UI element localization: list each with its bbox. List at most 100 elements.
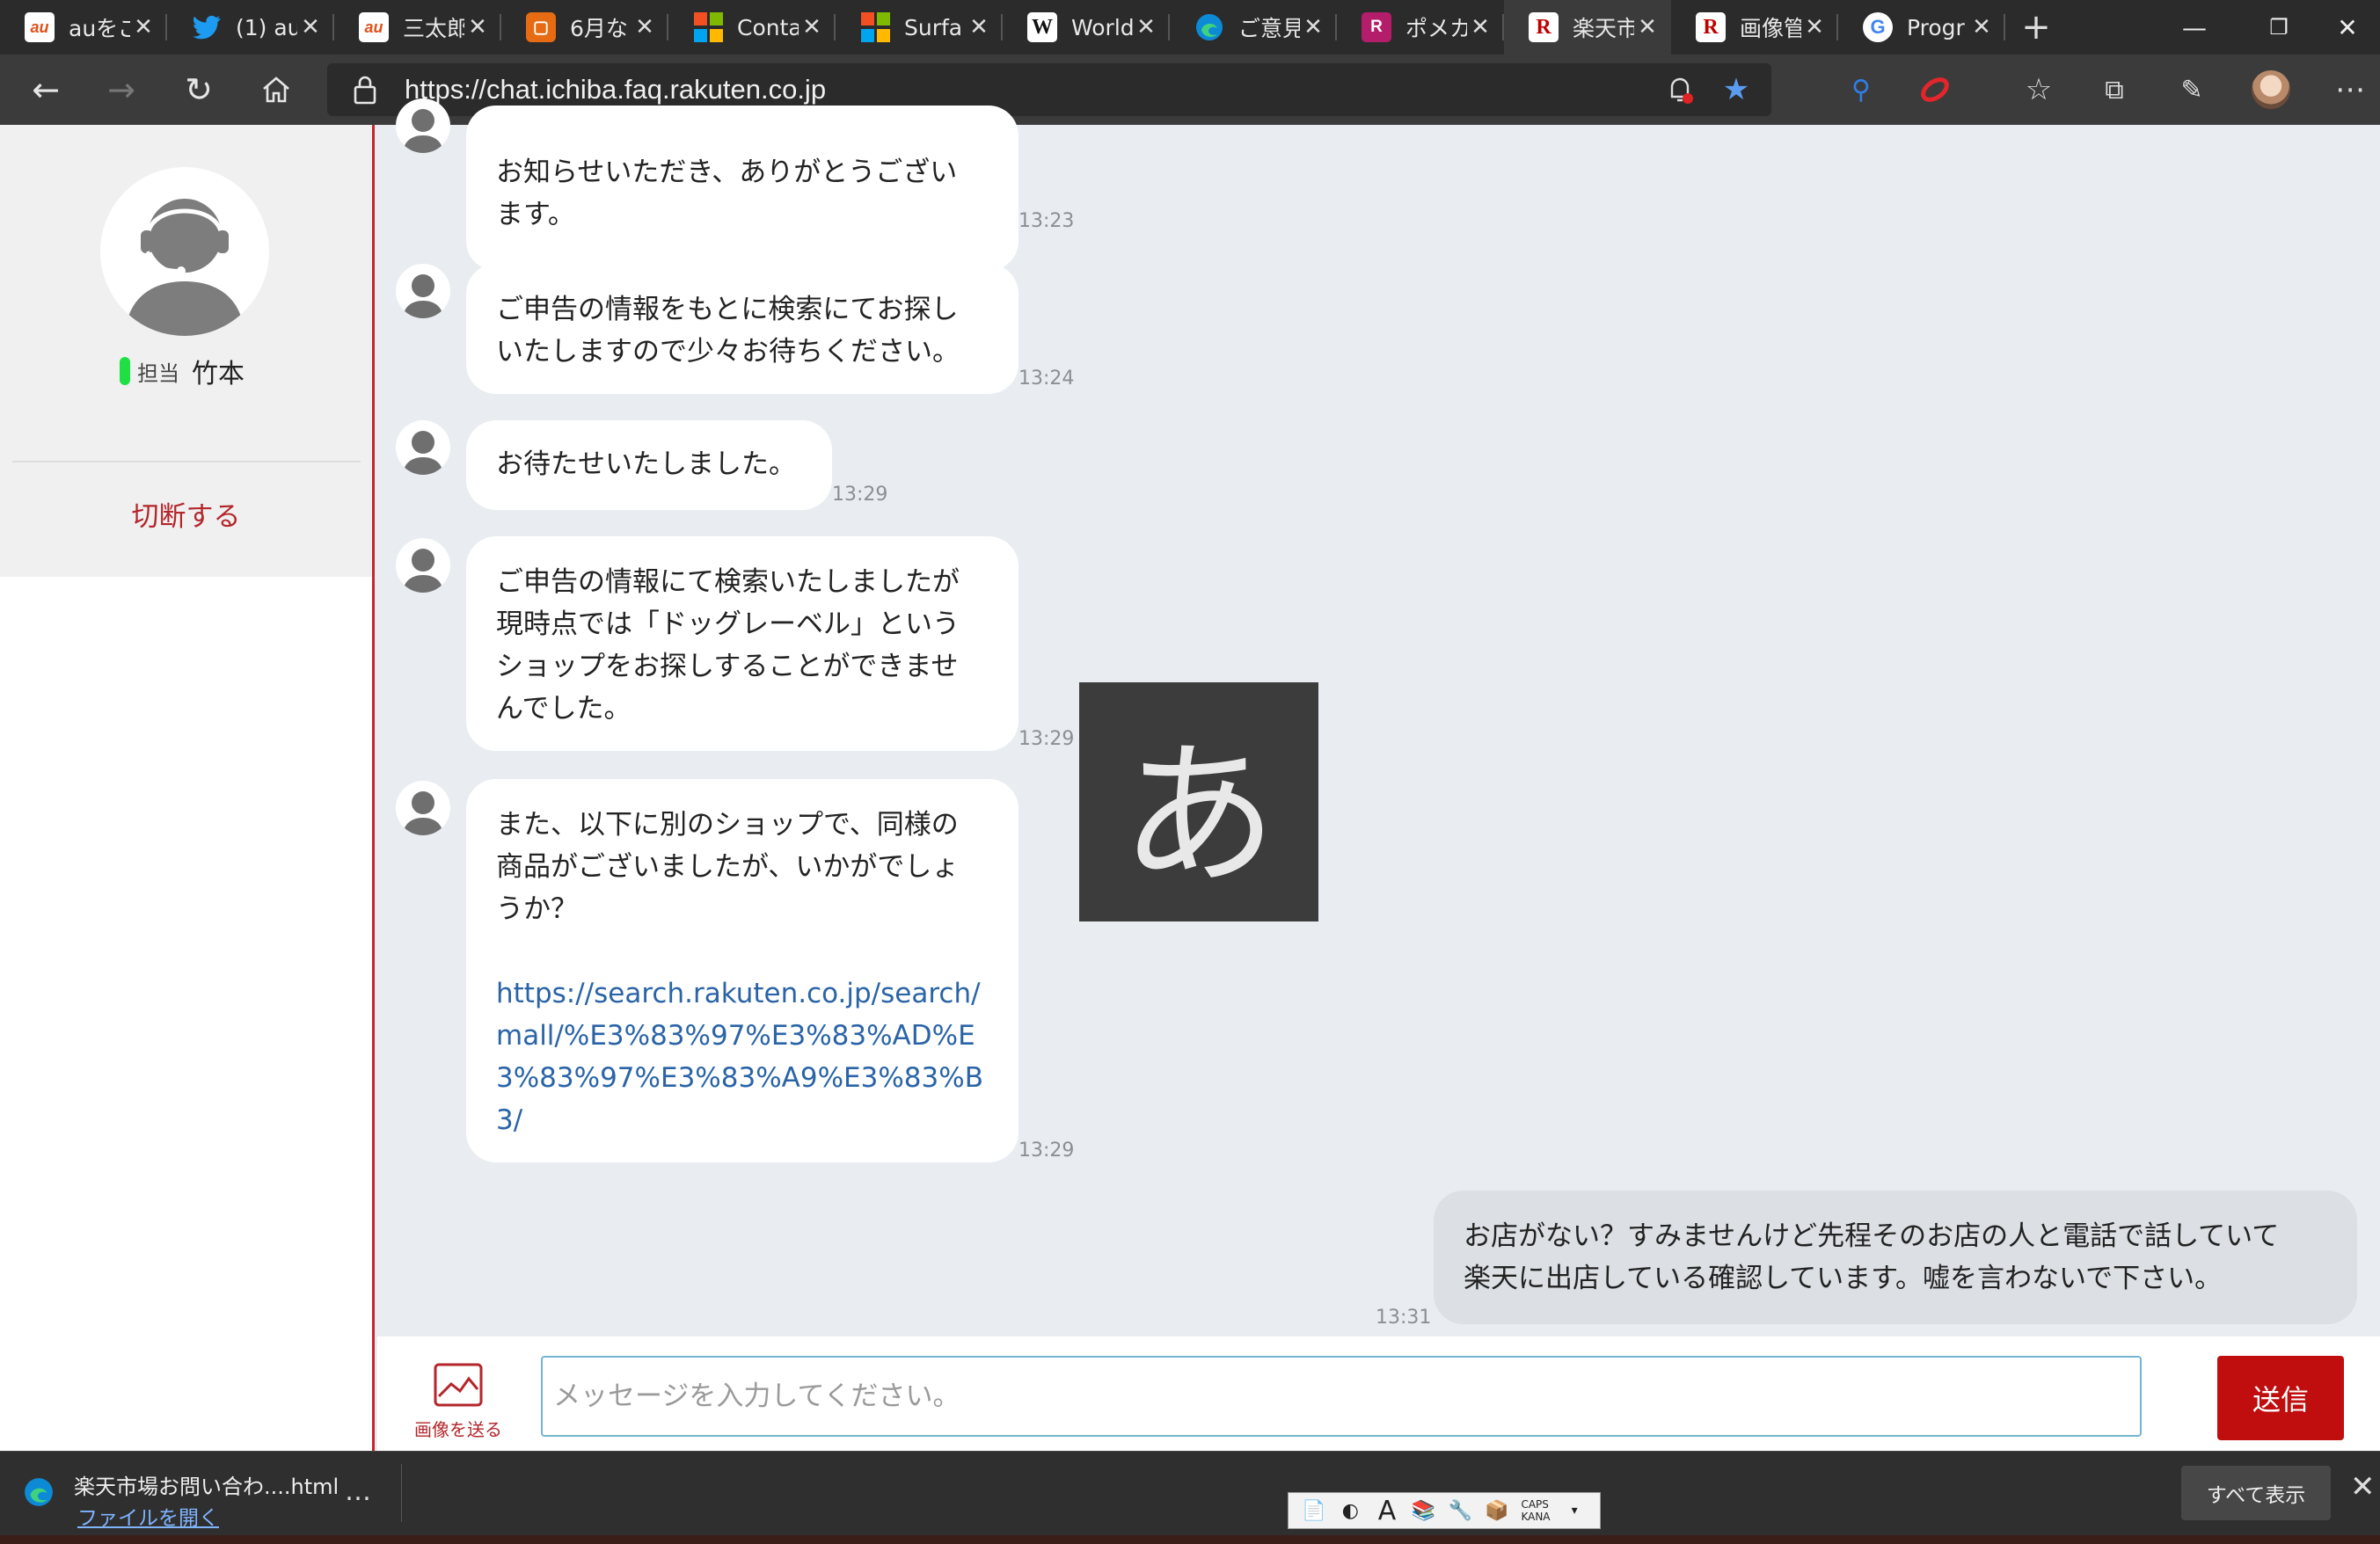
forward-icon[interactable]: →: [97, 65, 146, 114]
message-text: お待たせいたしました。: [496, 448, 796, 480]
browser-tab[interactable]: au 三太郎 ✕: [334, 0, 501, 55]
tab-close-icon[interactable]: ✕: [1801, 14, 1828, 40]
tab-close-icon[interactable]: ✕: [464, 14, 491, 40]
refresh-icon[interactable]: ↻: [174, 65, 223, 114]
message-text: ご申告の情報をもとに検索にてお探し いたしますので少々お待ちください。: [496, 294, 960, 368]
tab-close-icon[interactable]: ✕: [1634, 14, 1661, 40]
message-text: ご申告の情報にて検索いたしましたが 現時点では「ドッグレーベル」という ショップ…: [496, 566, 960, 725]
download-filename[interactable]: 楽天市場お問い合わ....html: [74, 1469, 339, 1500]
tab-strip: au auをご ✕ (1) au ✕ au 三太郎 ✕ ▢ 6月な ✕ Cont…: [0, 0, 2380, 55]
search-extension-icon[interactable]: ⚲: [1838, 67, 1884, 113]
download-bar: 楽天市場お問い合わ....html ファイルを開く … 📄 ◐ A 📚 🔧 📦 …: [0, 1451, 2380, 1535]
lock-icon[interactable]: [354, 75, 376, 108]
feedback-icon[interactable]: ✎: [2169, 67, 2215, 113]
ime-tools-icon[interactable]: 🔧: [1448, 1498, 1472, 1523]
home-icon[interactable]: [252, 65, 301, 114]
browser-tab[interactable]: ▢ 6月な ✕: [501, 0, 668, 55]
notification-blocked-icon[interactable]: [1657, 67, 1703, 113]
shop-search-link[interactable]: https://search.rakuten.co.jp/search/mall…: [496, 972, 989, 1141]
tab-title: auをご: [69, 16, 130, 41]
agent-message-bubble: ご申告の情報にて検索いたしましたが 現時点では「ドッグレーベル」という ショップ…: [466, 536, 1018, 751]
tab-close-icon[interactable]: ✕: [1968, 14, 1995, 40]
browser-tab[interactable]: R ポメカ ✕: [1337, 0, 1504, 55]
agent-message-bubble: お知らせいただき、ありがとうござい ます。: [466, 106, 1018, 271]
browser-tab[interactable]: W World ✕: [1003, 0, 1170, 55]
rakuten-favicon-icon: R: [1529, 12, 1559, 42]
agent-sidebar: 担当 竹本 切断する: [0, 125, 375, 1451]
divider: [401, 1464, 402, 1522]
agent-message-bubble: お待たせいたしました。: [466, 420, 832, 510]
agent-avatar-icon: [396, 98, 450, 153]
red-extension-icon[interactable]: [1912, 67, 1958, 113]
browser-tab[interactable]: R 画像管 ✕: [1671, 0, 1838, 55]
agent-panel: 担当 竹本 切断する: [0, 125, 372, 577]
tab-close-icon[interactable]: ✕: [799, 14, 825, 40]
download-more-icon[interactable]: …: [345, 1476, 371, 1507]
message-timestamp: 13:31: [1376, 1307, 1432, 1329]
image-icon: [434, 1363, 483, 1407]
show-all-downloads-button[interactable]: すべて表示: [2181, 1466, 2331, 1520]
collections-icon[interactable]: ⧉: [2092, 67, 2137, 113]
favorites-list-icon[interactable]: ☆: [2016, 67, 2062, 113]
browser-tab[interactable]: ご意見 ✕: [1170, 0, 1337, 55]
edge-favicon-icon: [1194, 12, 1224, 42]
message-text: また、以下に別のショップで、同様の 商品がございましたが、いかがでしょ うか？: [496, 809, 960, 925]
message-text: お店がない？すみませんけど先程そのお店の人と電話で話していて 楽天に出店している…: [1464, 1220, 2280, 1294]
agent-message-bubble: ご申告の情報をもとに検索にてお探し いたしますので少々お待ちください。: [466, 264, 1018, 394]
browser-tab-active[interactable]: R 楽天市 ✕: [1504, 0, 1671, 55]
agent-avatar-icon: [396, 264, 450, 318]
profile-avatar[interactable]: [2252, 70, 2290, 109]
tab-close-icon[interactable]: ✕: [1133, 14, 1159, 40]
au-favicon-icon: au: [25, 12, 55, 42]
au-favicon-icon: au: [359, 12, 389, 42]
tab-close-icon[interactable]: ✕: [966, 14, 992, 40]
ime-dictionary-icon[interactable]: 📚: [1412, 1498, 1436, 1523]
window-close-icon[interactable]: ✕: [2310, 0, 2380, 55]
send-button[interactable]: 送信: [2217, 1356, 2344, 1440]
wikipedia-favicon-icon: W: [1027, 12, 1057, 42]
more-menu-icon[interactable]: ⋯: [2327, 67, 2373, 113]
online-status-indicator: [120, 357, 130, 385]
tab-close-icon[interactable]: ✕: [130, 14, 157, 40]
caps-kana-indicator: CAPS KANA: [1521, 1498, 1551, 1523]
tab-title: 画像管: [1740, 16, 1801, 41]
tab-title: Conta: [737, 14, 799, 40]
send-image-button[interactable]: 画像を送る: [405, 1363, 511, 1441]
close-download-bar-icon[interactable]: ✕: [2350, 1469, 2376, 1504]
send-image-label: 画像を送る: [414, 1419, 502, 1440]
twitter-favicon-icon: [192, 12, 222, 42]
open-file-link[interactable]: ファイルを開く: [77, 1501, 219, 1531]
back-icon[interactable]: ←: [21, 65, 70, 114]
tab-close-icon[interactable]: ✕: [632, 14, 658, 40]
rakuten-pink-favicon-icon: R: [1362, 12, 1391, 42]
agent-status-line: 担当 竹本: [120, 352, 245, 390]
restore-icon[interactable]: ❐: [2241, 0, 2317, 55]
url-text[interactable]: https://chat.ichiba.faq.rakuten.co.jp: [405, 74, 826, 106]
divider: [12, 461, 361, 462]
tab-close-icon[interactable]: ✕: [297, 14, 324, 40]
ime-tool-icon[interactable]: 📄: [1302, 1498, 1326, 1523]
ime-mode-icon[interactable]: ◐: [1338, 1498, 1362, 1523]
tab-close-icon[interactable]: ✕: [1300, 14, 1326, 40]
google-favicon-icon: G: [1863, 12, 1893, 42]
message-timestamp: 13:29: [1018, 1140, 1075, 1162]
message-composer: 画像を送る 送信: [377, 1336, 2380, 1451]
browser-tab[interactable]: au auをご ✕: [0, 0, 167, 55]
message-timestamp: 13:24: [1018, 368, 1075, 390]
tab-close-icon[interactable]: ✕: [1467, 14, 1493, 40]
browser-tab[interactable]: Surfa ✕: [836, 0, 1003, 55]
message-input[interactable]: [541, 1356, 2142, 1437]
browser-tab[interactable]: (1) au ✕: [167, 0, 334, 55]
ime-options-icon[interactable]: ▾: [1562, 1498, 1587, 1523]
chat-page: 担当 竹本 切断する お知らせいただき、ありがとうござい ます。 13:23 ご…: [0, 98, 2380, 1451]
message-text: お知らせいただき、ありがとうござい ます。: [496, 157, 958, 230]
browser-tab[interactable]: G Progr ✕: [1838, 0, 2005, 55]
message-timestamp: 13:29: [832, 484, 888, 506]
browser-tab[interactable]: Conta ✕: [668, 0, 836, 55]
new-tab-button[interactable]: +: [2005, 0, 2067, 55]
favorite-star-icon[interactable]: ★: [1713, 67, 1759, 113]
ime-input-mode-icon[interactable]: A: [1375, 1496, 1399, 1526]
minimize-icon[interactable]: —: [2157, 0, 2232, 55]
disconnect-button[interactable]: 切断する: [0, 494, 372, 534]
ime-box-icon[interactable]: 📦: [1485, 1498, 1509, 1523]
